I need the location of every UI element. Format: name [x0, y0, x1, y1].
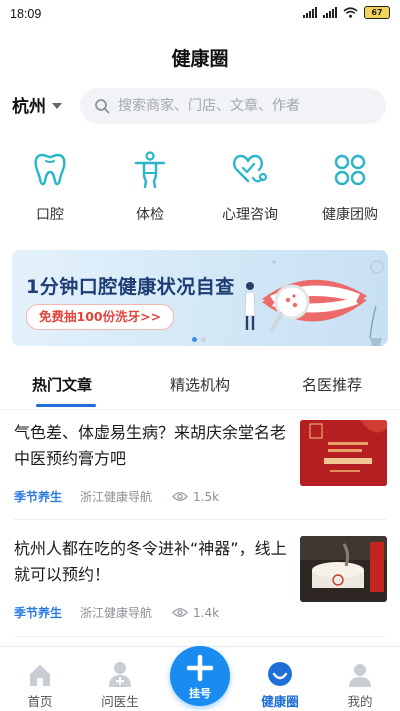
search-input[interactable]: [116, 97, 370, 115]
status-bar: 18:09 67: [0, 0, 400, 28]
teeth-illustration: [244, 260, 384, 346]
tab-selected-institutions[interactable]: 精选机构: [170, 374, 230, 395]
doctor-icon: [80, 657, 160, 687]
article-item[interactable]: 杭州人都在吃的冬令进补“神器”，线上就可以预约！ 季节养生 浙江健康导航 1.4…: [0, 526, 400, 636]
battery-icon: 67: [364, 6, 390, 19]
caret-down-icon: [52, 102, 62, 109]
category-row: 口腔 体检 心理咨询 健康团购: [0, 150, 400, 224]
tab-label: 问医生: [101, 694, 139, 709]
health-circle-icon: [240, 657, 320, 687]
tab-hot-articles[interactable]: 热门文章: [32, 374, 92, 395]
status-time: 18:09: [10, 7, 42, 21]
article-views: 1.5k: [172, 490, 219, 504]
city-selector[interactable]: 杭州: [12, 92, 62, 117]
article-divider: [14, 636, 386, 637]
banner-cta-button[interactable]: 免费抽100份洗牙>>: [26, 304, 175, 330]
pagination-dot: [201, 337, 206, 342]
category-label: 健康团购: [322, 207, 378, 223]
wifi-icon: [343, 7, 358, 18]
article-source: 浙江健康导航: [80, 490, 153, 504]
article-view-count: 1.5k: [193, 489, 220, 504]
category-checkup[interactable]: 体检: [100, 150, 200, 224]
category-group-buy[interactable]: 健康团购: [300, 150, 400, 224]
article-title: 杭州人都在吃的冬令进补“神器”，线上就可以预约！: [14, 539, 287, 584]
article-title: 气色差、体虚易生病？来胡庆余堂名老中医预约膏方吧: [14, 423, 287, 468]
category-label: 口腔: [36, 207, 64, 223]
eye-icon: [172, 608, 188, 617]
article-meta: 季节养生 浙江健康导航 1.5k: [14, 488, 219, 505]
plus-icon: [170, 654, 230, 686]
eye-icon: [172, 492, 188, 501]
search-icon: [95, 99, 110, 114]
article-tag: 季节养生: [14, 606, 63, 620]
signal-icon: [303, 7, 317, 18]
article-views: 1.4k: [172, 606, 219, 620]
banner-title: 1分钟口腔健康状况自查: [26, 276, 235, 298]
status-icons: 67: [303, 6, 390, 19]
article-thumbnail: [300, 420, 387, 486]
category-label: 体检: [136, 207, 164, 223]
tab-label: 健康圈: [261, 694, 299, 709]
search-bar[interactable]: [80, 88, 386, 124]
tab-label: 我的: [347, 694, 373, 709]
article-item[interactable]: 气色差、体虚易生病？来胡庆余堂名老中医预约膏方吧 季节养生 浙江健康导航 1.5…: [0, 410, 400, 520]
article-view-count: 1.4k: [193, 605, 220, 620]
tab-label: 首页: [27, 694, 53, 709]
pagination-dot-active: [192, 337, 197, 342]
article-meta: 季节养生 浙江健康导航 1.4k: [14, 604, 219, 621]
article-thumbnail: [300, 536, 387, 602]
signal-icon-2: [323, 7, 337, 18]
four-petal-icon: [300, 150, 400, 190]
tab-health-circle[interactable]: 健康圈: [240, 647, 320, 710]
tab-mine[interactable]: 我的: [320, 647, 400, 710]
tab-ask-doctor[interactable]: 问医生: [80, 647, 160, 710]
promo-banner[interactable]: 1分钟口腔健康状况自查 免费抽100份洗牙>>: [12, 250, 388, 346]
category-dental[interactable]: 口腔: [0, 150, 100, 224]
banner-pagination: [192, 337, 206, 342]
article-tag: 季节养生: [14, 490, 63, 504]
tooth-icon: [0, 150, 100, 190]
person-checkup-icon: [100, 150, 200, 190]
active-tab-indicator: [36, 404, 96, 407]
user-icon: [320, 657, 400, 687]
tab-home[interactable]: 首页: [0, 647, 80, 710]
category-label: 心理咨询: [222, 207, 278, 223]
article-source: 浙江健康导航: [80, 606, 153, 620]
city-label: 杭州: [12, 97, 46, 117]
heart-stethoscope-icon: [200, 150, 300, 190]
register-button[interactable]: 挂号: [170, 646, 230, 706]
home-icon: [0, 657, 80, 687]
category-psychology[interactable]: 心理咨询: [200, 150, 300, 224]
article-divider: [14, 519, 386, 520]
page-title: 健康圈: [171, 48, 229, 70]
tab-famous-doctors[interactable]: 名医推荐: [302, 374, 362, 395]
content-tabs: 热门文章 精选机构 名医推荐: [0, 374, 400, 408]
register-label: 挂号: [189, 687, 211, 700]
